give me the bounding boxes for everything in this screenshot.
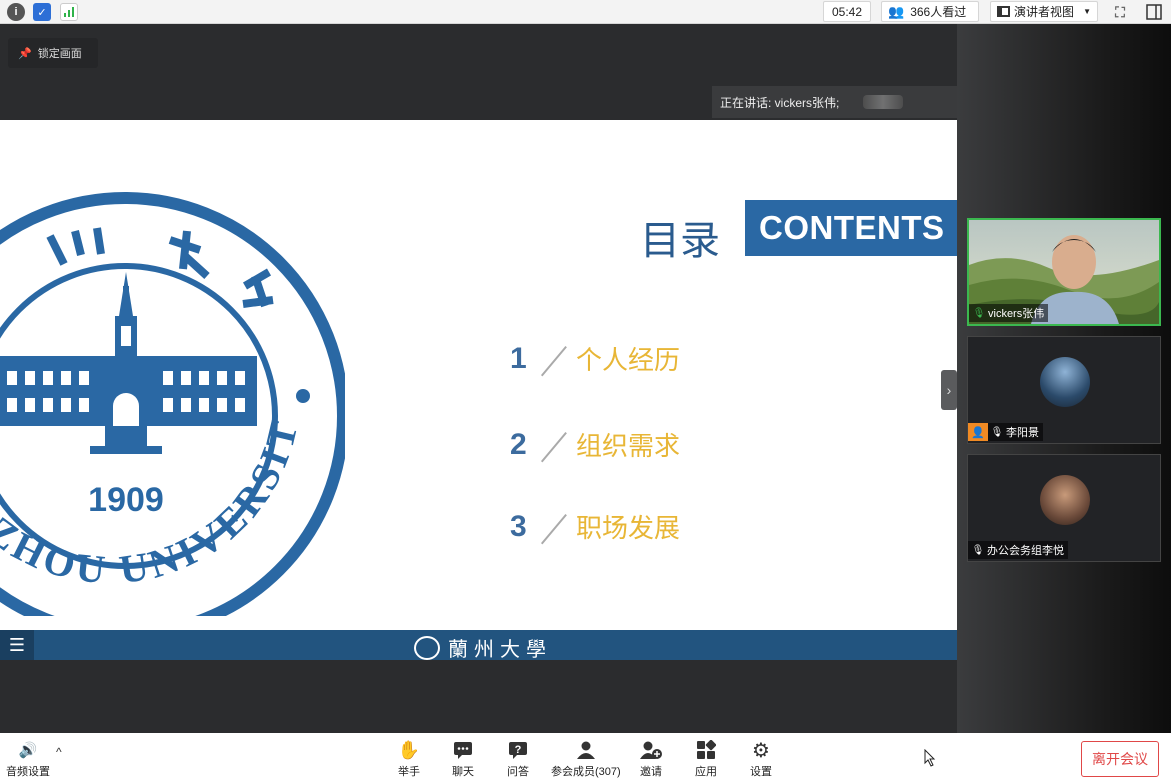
- apps-label: 应用: [695, 766, 717, 778]
- settings-button[interactable]: ⚙ 设置: [750, 739, 772, 779]
- footer-logo: 蘭州大學: [414, 633, 552, 662]
- participant-avatar: [1040, 357, 1090, 407]
- user-icon: 👤: [968, 423, 988, 441]
- raise-hand-button[interactable]: ✋ 举手: [398, 739, 420, 779]
- mini-seal-icon: [414, 635, 440, 660]
- qa-button[interactable]: ? 问答: [507, 739, 529, 779]
- chat-icon: [452, 739, 474, 761]
- top-bar: i ✓ 05:42 👥 366人看过 演讲者视图 ▼ ⛶: [0, 0, 1171, 24]
- speaking-indicator: 正在讲话: vickers张伟;: [712, 86, 957, 118]
- lock-screen-button[interactable]: 📌 锁定画面: [8, 38, 98, 68]
- participant-avatar: [1040, 475, 1090, 525]
- view-mode-select[interactable]: 演讲者视图 ▼: [990, 1, 1098, 22]
- members-icon: [575, 739, 597, 761]
- slide-menu-icon[interactable]: ☰: [0, 630, 34, 660]
- pin-icon: 📌: [18, 47, 32, 60]
- raise-hand-icon: ✋: [397, 739, 421, 760]
- signal-icon[interactable]: [60, 3, 78, 21]
- svg-text:?: ?: [515, 744, 522, 756]
- audio-settings-label: 音频设置: [6, 766, 50, 778]
- toc-label: 职场发展: [576, 514, 681, 544]
- footer-text: 蘭州大學: [448, 637, 552, 661]
- video-tile[interactable]: 🎙 办公会务组李悦: [967, 454, 1161, 562]
- participant-name: 办公会务组李悦: [987, 545, 1064, 557]
- viewers-count[interactable]: 👥 366人看过: [881, 1, 979, 22]
- toc-label: 个人经历: [576, 346, 681, 376]
- members-button[interactable]: 参会成员(307): [551, 739, 621, 779]
- mic-on-icon: 🎙: [972, 307, 986, 319]
- invite-icon: [640, 739, 662, 761]
- toc-number: 1: [510, 341, 527, 375]
- slide-title-cn: 目录: [640, 218, 720, 264]
- video-tile[interactable]: 🎙 vickers张伟: [967, 218, 1161, 326]
- participant-name-tag: 👤 🎙 李阳景: [968, 423, 1043, 441]
- view-mode-label: 演讲者视图: [1014, 5, 1075, 19]
- sidebar-toggle-icon[interactable]: [1145, 3, 1163, 21]
- presentation-stage: 📌 锁定画面 正在讲话: vickers张伟; 1909 HOU UNIVERS…: [0, 24, 957, 733]
- members-label: 参会成员(307): [551, 766, 621, 778]
- toc-divider: [538, 428, 572, 462]
- university-seal-logo: 1909 ZHOU UNIVERSITY: [0, 176, 345, 616]
- bottom-toolbar: 🔊 音频设置 ^ ✋ 举手 聊天 ? 问答 参会成员(307) 邀请 应用 ⚙ …: [0, 733, 1171, 781]
- toc-item: 1 个人经历: [510, 340, 680, 377]
- video-tile[interactable]: 👤 🎙 李阳景: [967, 336, 1161, 444]
- collapse-panel-button[interactable]: ›: [941, 370, 957, 410]
- invite-button[interactable]: 邀请: [640, 739, 662, 779]
- participant-name-tag: 🎙 vickers张伟: [969, 304, 1049, 322]
- toc-number: 3: [510, 509, 527, 543]
- audio-settings-button[interactable]: 🔊 音频设置: [6, 739, 50, 779]
- chat-button[interactable]: 聊天: [452, 739, 474, 779]
- toc-number: 2: [510, 427, 527, 461]
- chevron-up-icon[interactable]: ^: [56, 745, 62, 759]
- mic-off-icon: 🎙: [971, 544, 985, 556]
- qa-label: 问答: [507, 766, 529, 778]
- speaking-label: 正在讲话: vickers张伟;: [720, 95, 840, 110]
- participant-name: 李阳景: [1006, 427, 1039, 439]
- invite-label: 邀请: [640, 766, 662, 778]
- apps-button[interactable]: 应用: [695, 739, 717, 779]
- meeting-timer: 05:42: [823, 1, 871, 22]
- speaking-avatars: [863, 95, 904, 109]
- apps-icon: [695, 739, 717, 761]
- speaker-icon: 🔊: [18, 742, 38, 759]
- mic-off-icon: 🎙: [990, 426, 1004, 438]
- seal-year: 1909: [88, 481, 164, 519]
- slide-footer: ☰ 蘭州大學: [0, 630, 957, 662]
- fullscreen-icon[interactable]: ⛶: [1111, 3, 1129, 21]
- chat-label: 聊天: [452, 766, 474, 778]
- lock-screen-label: 锁定画面: [37, 48, 82, 60]
- view-mode-icon: [997, 6, 1010, 17]
- qa-icon: ?: [507, 739, 529, 761]
- cursor-icon: [924, 748, 936, 772]
- shared-slide: 1909 ZHOU UNIVERSITY 目录 CONTENTS 1 个人经历 …: [0, 120, 957, 630]
- toc-item: 2 组织需求: [510, 426, 680, 463]
- slide-title-en: CONTENTS: [745, 200, 957, 256]
- toc-item: 3 职场发展: [510, 508, 680, 545]
- viewers-label: 366人看过: [910, 5, 967, 19]
- shield-icon[interactable]: ✓: [33, 3, 51, 21]
- settings-icon: ⚙: [752, 739, 770, 762]
- toc-divider: [538, 510, 572, 544]
- participant-name: vickers张伟: [988, 308, 1045, 320]
- leave-meeting-button[interactable]: 离开会议: [1081, 741, 1159, 777]
- info-icon[interactable]: i: [7, 3, 25, 21]
- viewers-icon: 👥: [888, 3, 905, 19]
- chevron-down-icon: ▼: [1083, 7, 1091, 16]
- toc-label: 组织需求: [576, 432, 681, 462]
- raise-hand-label: 举手: [398, 766, 420, 778]
- settings-label: 设置: [750, 766, 772, 778]
- participant-name-tag: 🎙 办公会务组李悦: [968, 541, 1068, 559]
- toc-divider: [538, 342, 572, 376]
